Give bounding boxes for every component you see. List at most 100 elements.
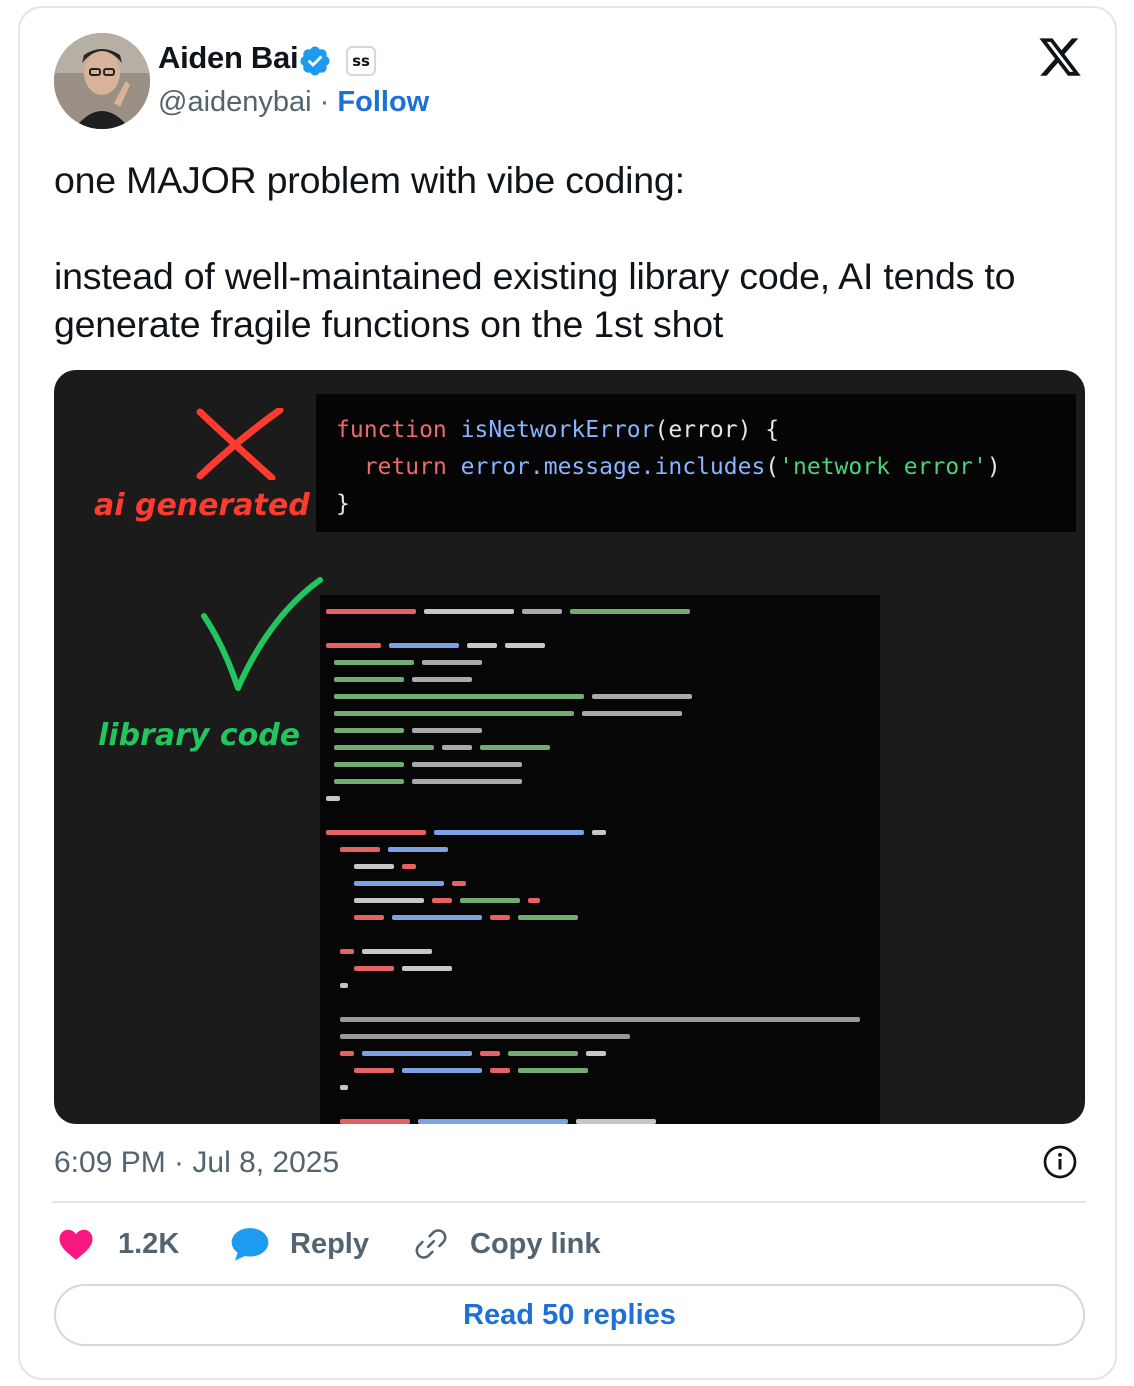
blurred-code-line: [412, 728, 482, 733]
code-text: ): [986, 454, 1001, 480]
blurred-code-line: [362, 1051, 472, 1056]
divider: [52, 1201, 1086, 1203]
blurred-code-line: [340, 1017, 860, 1022]
blurred-code-line: [340, 1119, 410, 1124]
blurred-code-line: [326, 830, 426, 835]
blurred-code-line: [490, 1068, 510, 1073]
blurred-code-line: [326, 643, 381, 648]
affiliate-badge[interactable]: ss: [346, 46, 376, 76]
blurred-code-line: [326, 796, 340, 801]
reply-label: Reply: [290, 1227, 369, 1260]
blurred-code-line: [392, 915, 482, 920]
tweet-text: one MAJOR problem with vibe coding: inst…: [54, 156, 1104, 348]
blurred-code-line: [402, 1068, 482, 1073]
tweet-timestamp[interactable]: 6:09 PM · Jul 8, 2025: [54, 1146, 339, 1180]
blurred-code-line: [586, 1051, 606, 1056]
library-code-label: library code: [98, 718, 301, 753]
verified-icon: [300, 46, 330, 76]
blurred-code-line: [480, 1051, 500, 1056]
blurred-code-line: [442, 745, 472, 750]
blurred-code-line: [354, 915, 384, 920]
blurred-code-line: [340, 847, 380, 852]
blurred-code-line: [582, 711, 682, 716]
green-check-mark-icon: [201, 577, 323, 691]
follow-button[interactable]: Follow: [337, 86, 429, 118]
like-button[interactable]: 1.2K: [58, 1222, 179, 1266]
blurred-code-line: [576, 1119, 656, 1124]
blurred-code-line: [467, 643, 497, 648]
tweet-media-image[interactable]: ai generated function isNetworkError(err…: [54, 370, 1085, 1124]
blurred-code-line: [340, 1085, 348, 1090]
blurred-code-line: [340, 1034, 630, 1039]
x-logo-icon[interactable]: [1036, 34, 1084, 80]
blurred-code-line: [480, 745, 550, 750]
copy-link-label: Copy link: [470, 1227, 601, 1260]
tweet-line-2: instead of well-maintained existing libr…: [54, 255, 1016, 345]
reply-button[interactable]: Reply: [230, 1222, 369, 1266]
blurred-code-line: [528, 898, 540, 903]
blurred-code-line: [362, 949, 432, 954]
blurred-code-line: [452, 881, 466, 886]
blurred-code-line: [354, 1068, 394, 1073]
blurred-code-line: [340, 949, 354, 954]
library-code-block: [320, 595, 880, 1124]
blurred-code-line: [334, 660, 414, 665]
blurred-code-line: [334, 745, 434, 750]
read-replies-button[interactable]: Read 50 replies: [54, 1284, 1085, 1346]
blurred-code-line: [432, 898, 452, 903]
ai-generated-label: ai generated: [94, 488, 310, 523]
blurred-code-line: [334, 728, 404, 733]
blurred-code-line: [334, 694, 584, 699]
copy-link-button[interactable]: Copy link: [414, 1222, 601, 1266]
code-string: 'network error': [779, 454, 987, 480]
blurred-code-line: [424, 609, 514, 614]
author-handle[interactable]: @aidenybai: [158, 86, 312, 118]
code-function-name: isNetworkError: [460, 417, 655, 443]
blurred-code-line: [354, 881, 444, 886]
handle-separator: ·: [319, 86, 330, 118]
heart-icon: [59, 1229, 93, 1260]
code-keyword: function: [336, 417, 447, 443]
blurred-code-line: [570, 609, 690, 614]
blurred-code-line: [326, 609, 416, 614]
blurred-code-line: [334, 711, 574, 716]
ai-generated-code-block: function isNetworkError(error) { return …: [316, 394, 1076, 532]
blurred-code-line: [518, 1068, 588, 1073]
blurred-code-line: [518, 915, 578, 920]
blurred-code-line: [402, 966, 452, 971]
blurred-code-line: [592, 830, 606, 835]
blurred-code-line: [508, 1051, 578, 1056]
code-text: (: [765, 454, 780, 480]
blurred-code-line: [340, 1051, 354, 1056]
blurred-code-line: [402, 864, 416, 869]
blurred-code-line: [354, 864, 394, 869]
like-count: 1.2K: [118, 1227, 180, 1260]
blurred-code-line: [592, 694, 692, 699]
blurred-code-line: [340, 983, 348, 988]
code-text: (error) {: [654, 417, 780, 443]
author-name[interactable]: Aiden Bai: [158, 40, 299, 76]
blurred-code-line: [460, 898, 520, 903]
avatar-image: [54, 33, 150, 129]
blurred-code-line: [434, 830, 584, 835]
info-icon[interactable]: [1042, 1144, 1078, 1180]
code-method: error.message.includes: [460, 454, 766, 480]
blurred-code-line: [505, 643, 545, 648]
code-text: }: [336, 491, 350, 517]
blurred-code-line: [334, 677, 404, 682]
link-icon: [415, 1229, 447, 1259]
blurred-code-line: [354, 898, 424, 903]
red-x-mark-icon: [196, 408, 284, 480]
tweet-line-1: one MAJOR problem with vibe coding:: [54, 159, 685, 201]
blurred-code-line: [412, 779, 522, 784]
reply-bubble-icon: [231, 1228, 269, 1261]
tweet-card: Aiden Bai ss @aidenybai · Follow one MAJ…: [18, 6, 1117, 1380]
action-bar: 1.2K Reply Copy link: [58, 1222, 1058, 1266]
handle-row: @aidenybai · Follow: [158, 86, 429, 119]
blurred-code-line: [388, 847, 448, 852]
avatar[interactable]: [54, 33, 150, 129]
blurred-code-line: [418, 1119, 568, 1124]
blurred-code-line: [334, 762, 404, 767]
blurred-code-line: [389, 643, 459, 648]
blurred-code-line: [522, 609, 562, 614]
